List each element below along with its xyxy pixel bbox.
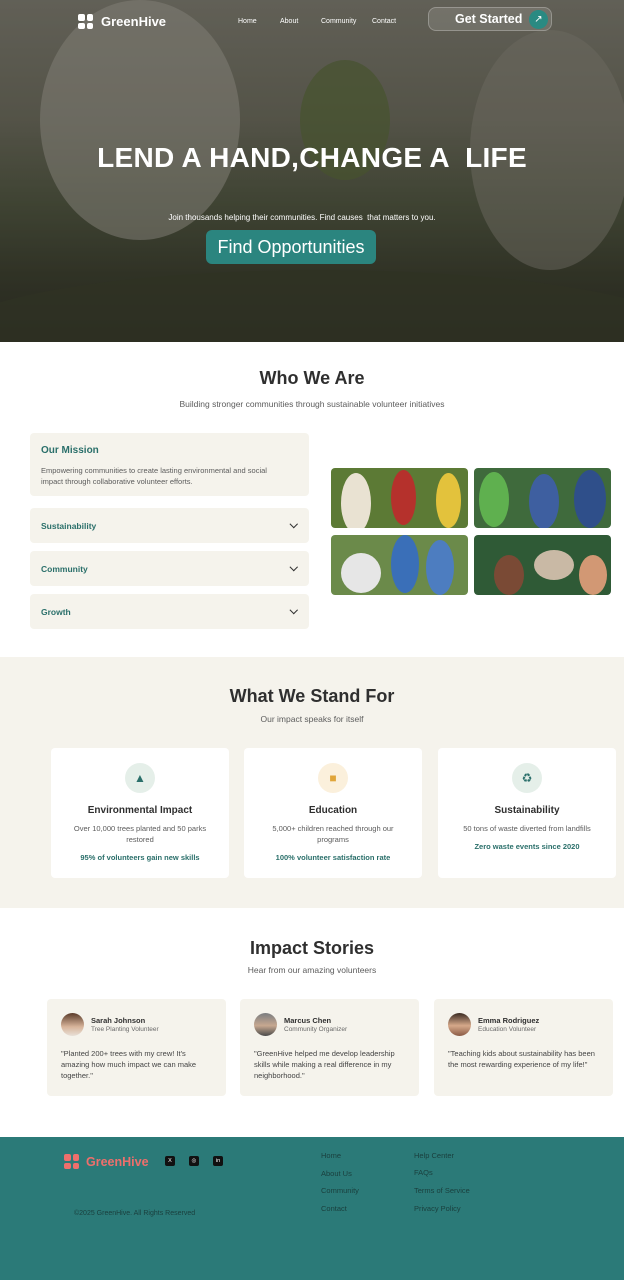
footer-link-faqs[interactable]: FAQs [414, 1168, 433, 1177]
stand-for-subtitle: Our impact speaks for itself [260, 714, 364, 724]
value-card-title: Environmental Impact [87, 805, 193, 816]
accordion-label: Sustainability [41, 520, 97, 531]
impact-stories-subtitle: Hear from our amazing volunteers [247, 965, 377, 975]
footer-brand-name: GreenHive [86, 1154, 149, 1169]
accordion-community[interactable]: Community [30, 551, 309, 586]
who-we-are-title: Who We Are [259, 368, 365, 388]
accordion-sustainability[interactable]: Sustainability [30, 508, 309, 543]
nav-community[interactable]: Community [321, 18, 356, 25]
volunteer-photo-garden [331, 468, 468, 528]
footer-logo[interactable]: GreenHive [64, 1154, 149, 1169]
value-card-title: Education [308, 805, 358, 816]
value-card-desc: 5,000+ children reached through our prog… [272, 824, 394, 844]
story-name: Emma Rodriguez [478, 1016, 540, 1025]
story-card: Sarah Johnson Tree Planting Volunteer "P… [47, 999, 226, 1096]
find-opportunities-button[interactable]: Find Opportunities [206, 230, 376, 264]
get-started-button[interactable]: Get Started ↗ [428, 7, 552, 31]
accordion-label: Growth [41, 606, 71, 617]
book-icon: ■ [318, 763, 348, 793]
footer-link-contact[interactable]: Contact [321, 1204, 347, 1213]
linkedin-icon[interactable]: in [213, 1156, 223, 1166]
logo-icon [64, 1154, 79, 1169]
footer-link-help[interactable]: Help Center [414, 1151, 454, 1160]
story-role: Tree Planting Volunteer [91, 1026, 159, 1033]
value-card-sustainability: ♻ Sustainability 50 tons of waste divert… [438, 748, 616, 878]
instagram-icon[interactable]: ◎ [189, 1156, 199, 1166]
footer-link-home[interactable]: Home [321, 1151, 341, 1160]
story-quote: "Teaching kids about sustainability has … [448, 1049, 595, 1069]
value-card-title: Sustainability [494, 805, 560, 816]
footer-link-about[interactable]: About Us [321, 1169, 352, 1178]
story-name: Marcus Chen [284, 1016, 332, 1025]
footer-link-community[interactable]: Community [321, 1186, 359, 1195]
story-role: Community Organizer [284, 1026, 348, 1033]
value-card-stat: 95% of volunteers gain new skills [80, 853, 200, 862]
avatar [254, 1013, 277, 1036]
mission-title: Our Mission [41, 445, 99, 456]
avatar [61, 1013, 84, 1036]
nav-contact[interactable]: Contact [372, 18, 396, 25]
value-card-environment: ▲ Environmental Impact Over 10,000 trees… [51, 748, 229, 878]
accordion-label: Community [41, 563, 88, 574]
volunteer-photo-group [474, 468, 611, 528]
copyright: ©2025 GreenHive. All Rights Reserved [74, 1210, 196, 1217]
x-icon[interactable]: X [165, 1156, 175, 1166]
chevron-down-icon [290, 565, 298, 573]
value-card-stat: Zero waste events since 2020 [474, 842, 580, 851]
value-card-education: ■ Education 5,000+ children reached thro… [244, 748, 422, 878]
impact-stories-title: Impact Stories [249, 938, 375, 958]
chevron-down-icon [290, 608, 298, 616]
tree-icon: ▲ [125, 763, 155, 793]
story-quote: "Planted 200+ trees with my crew! It's a… [61, 1049, 197, 1080]
story-card: Emma Rodriguez Education Volunteer "Teac… [434, 999, 613, 1096]
nav-home[interactable]: Home [238, 18, 257, 25]
accordion-growth[interactable]: Growth [30, 594, 309, 629]
story-name: Sarah Johnson [91, 1016, 146, 1025]
avatar [448, 1013, 471, 1036]
footer-link-privacy[interactable]: Privacy Policy [414, 1204, 461, 1213]
get-started-label: Get Started [455, 12, 523, 26]
hero-subtitle: Join thousands helping their communities… [168, 213, 436, 222]
value-card-desc: Over 10,000 trees planted and 50 parks r… [73, 824, 207, 844]
volunteer-photo-workshop [474, 535, 611, 595]
chevron-down-icon [290, 522, 298, 530]
footer-link-terms[interactable]: Terms of Service [414, 1186, 470, 1195]
story-quote: "GreenHive helped me develop leadership … [254, 1049, 395, 1080]
value-card-stat: 100% volunteer satisfaction rate [275, 853, 391, 862]
mission-panel: Our Mission Empowering communities to cr… [30, 433, 309, 496]
value-card-desc: 50 tons of waste diverted from landfills [463, 824, 591, 833]
arrow-up-right-icon: ↗ [529, 10, 548, 29]
story-role: Education Volunteer [478, 1026, 537, 1033]
hero-section: GreenHive Home About Community Contact G… [0, 0, 624, 342]
story-card: Marcus Chen Community Organizer "GreenHi… [240, 999, 419, 1096]
volunteer-photo-digging [331, 535, 468, 595]
who-we-are-subtitle: Building stronger communities through su… [179, 399, 445, 409]
nav-about[interactable]: About [280, 18, 298, 25]
stand-for-title: What We Stand For [229, 686, 395, 706]
mission-text: Empowering communities to create lasting… [41, 466, 267, 486]
footer: GreenHive X ◎ in Home About Us Community… [0, 1137, 624, 1280]
hero-title: LEND A HAND,CHANGE A LIFE [97, 142, 527, 173]
recycle-icon: ♻ [512, 763, 542, 793]
